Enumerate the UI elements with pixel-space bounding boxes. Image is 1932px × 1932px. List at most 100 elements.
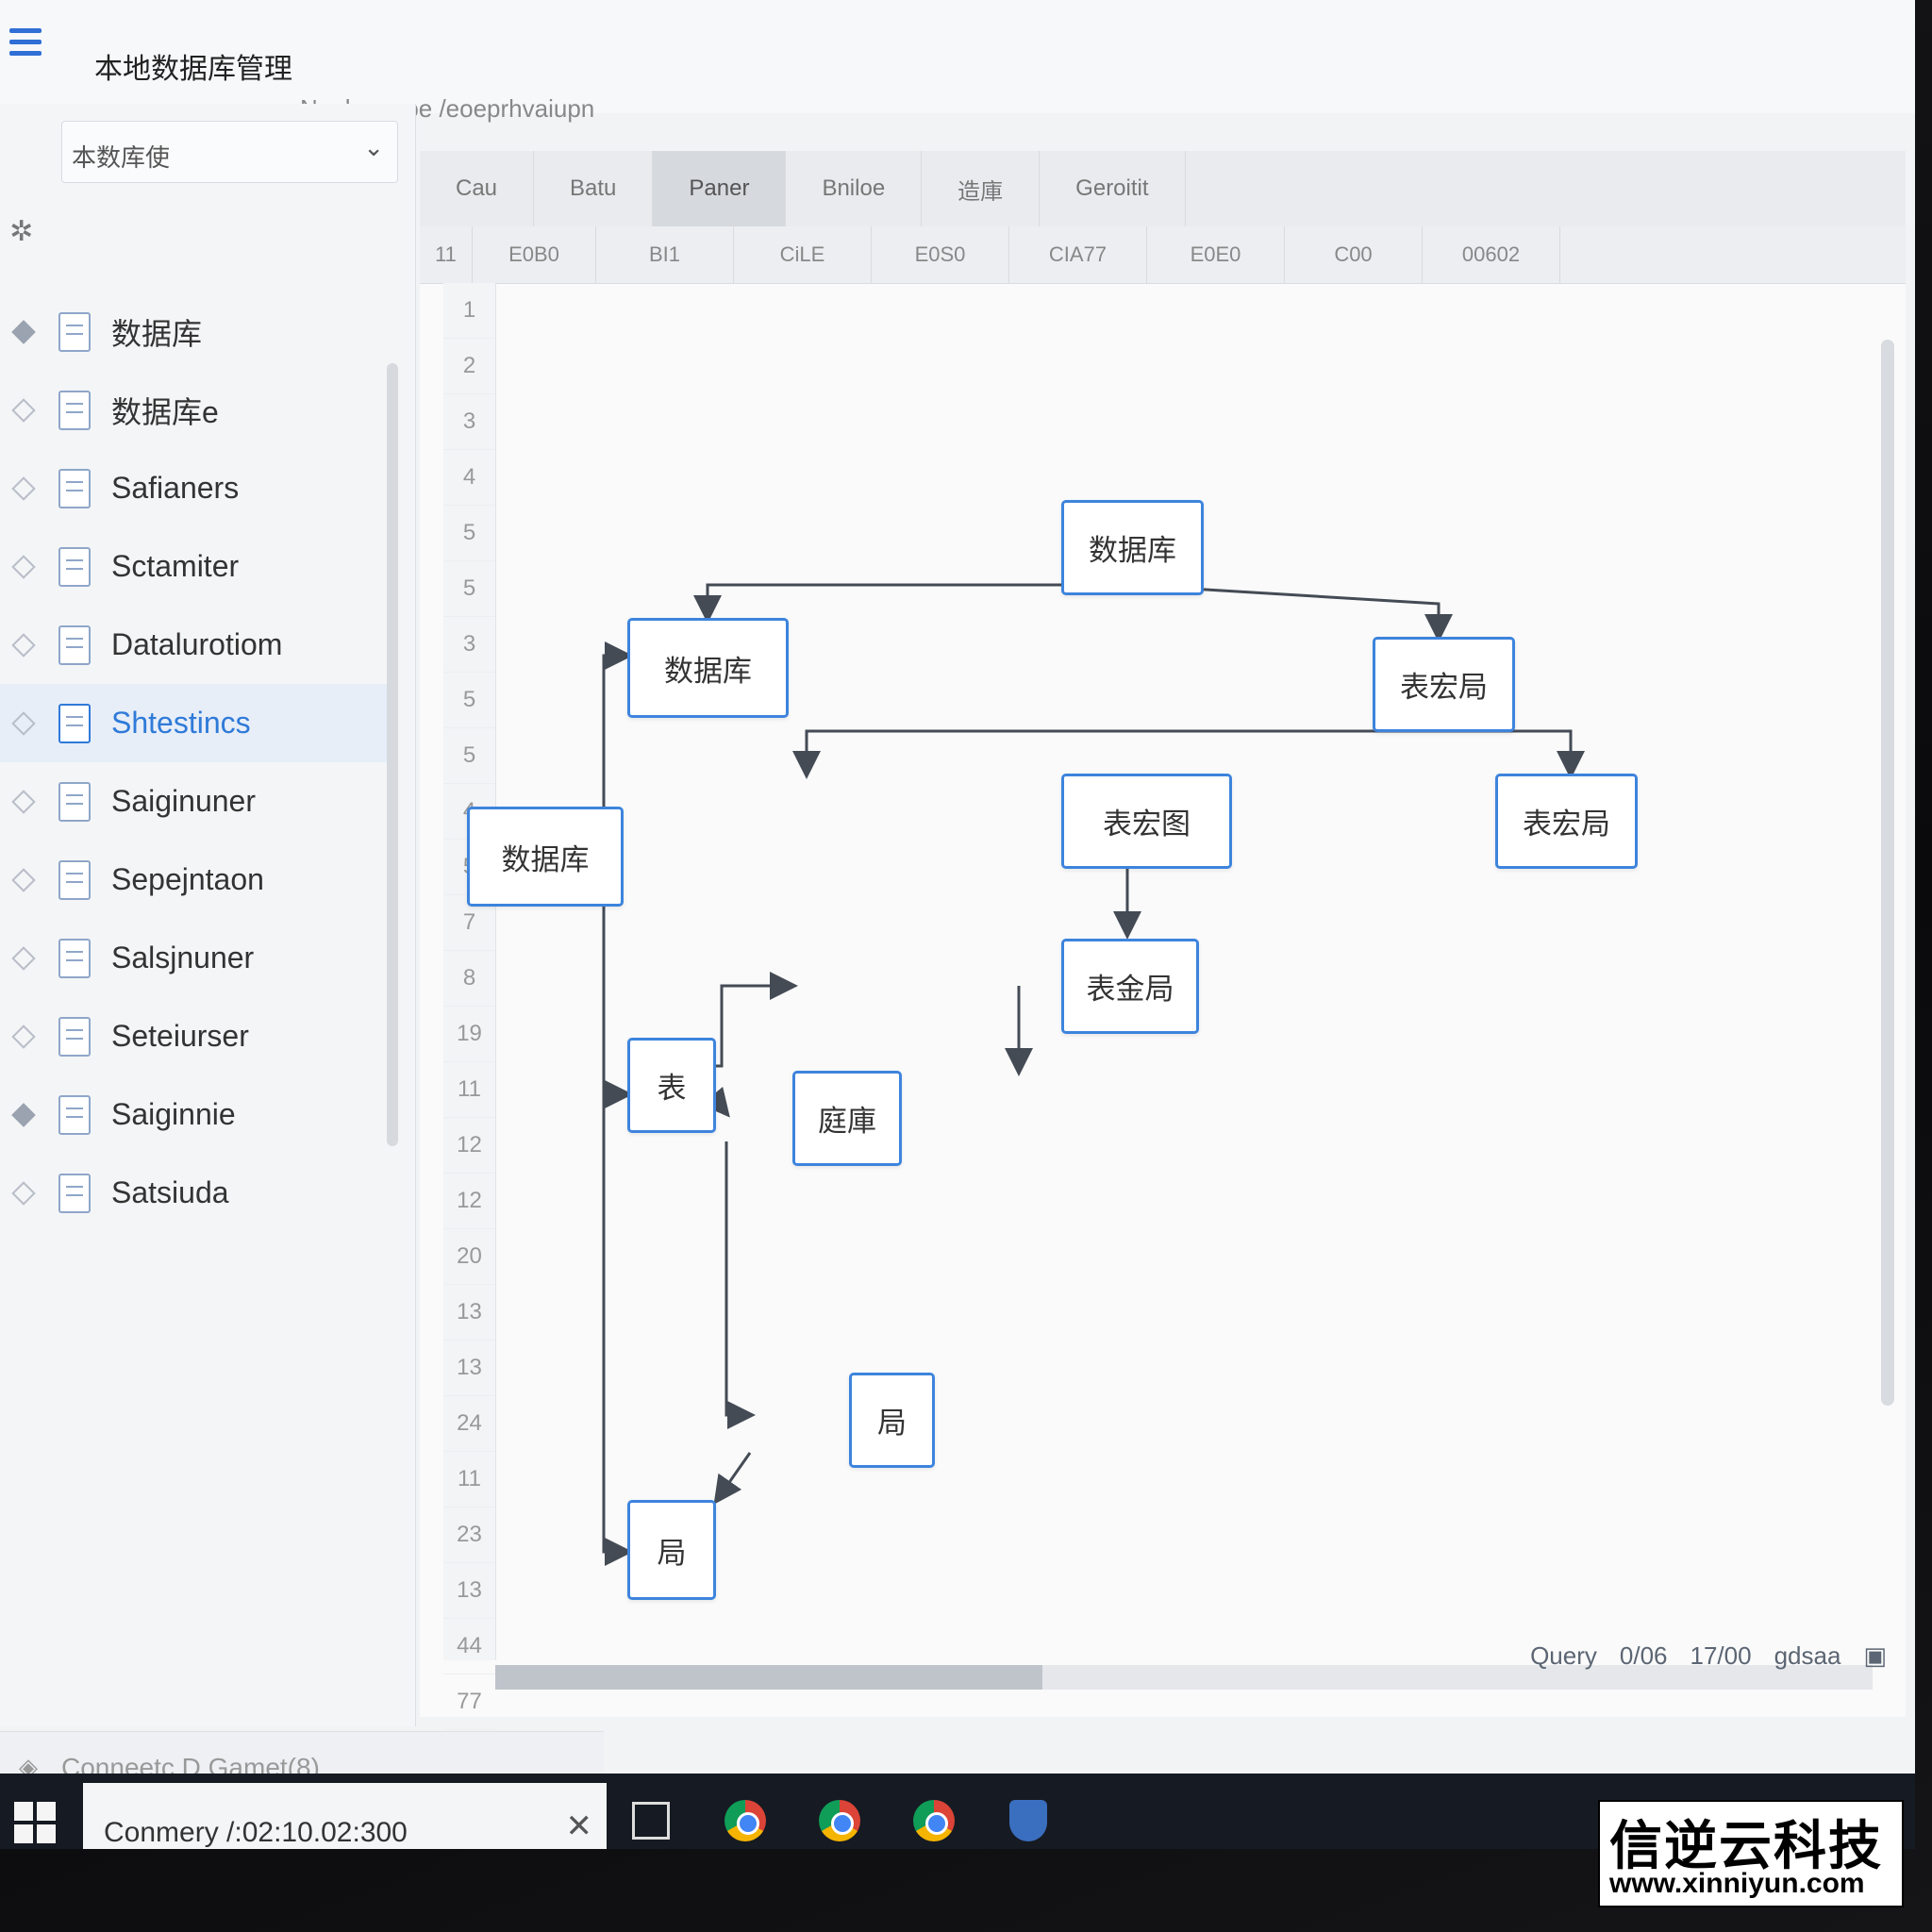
diamond-icon — [11, 1102, 36, 1127]
sidebar-item[interactable]: 数据库 — [0, 292, 396, 371]
document-icon — [58, 1016, 91, 1057]
sidebar-item[interactable]: Saiginnie — [0, 1075, 396, 1154]
diagram-node[interactable]: 表宏局 — [1495, 774, 1638, 869]
app-title: 本地数据库管理 — [94, 54, 292, 85]
diamond-icon — [11, 1180, 36, 1206]
document-icon — [58, 390, 91, 430]
sidebar-item-label: 数据库e — [111, 394, 219, 429]
tab-bar: Cau Batu Paner Bniloe 造庫 Geroitit — [420, 151, 1906, 226]
column-header-cell[interactable]: E0B0 — [473, 226, 596, 283]
status-a: 0/06 — [1619, 1641, 1668, 1670]
terminal-icon[interactable] — [623, 1783, 679, 1849]
sidebar-item[interactable]: Salsjnuner — [0, 919, 396, 997]
sidebar-item-label: Seteiurser — [111, 1019, 249, 1053]
column-header-cell[interactable]: E0E0 — [1147, 226, 1285, 283]
watermark-url: www.xinniyun.com — [1609, 1868, 1865, 1899]
diagram-node-root[interactable]: 数据库 — [1061, 500, 1204, 595]
windows-start-icon[interactable] — [14, 1802, 56, 1843]
tab[interactable]: Cau — [420, 151, 535, 226]
sidebar-item-label: Sepejntaon — [111, 862, 264, 896]
sidebar-item-label: Shtestincs — [111, 706, 251, 740]
shield-icon[interactable] — [1000, 1783, 1057, 1849]
taskbar-apps — [623, 1783, 1057, 1849]
sidebar-item[interactable]: Satsiuda — [0, 1154, 396, 1232]
line-number: 3 — [443, 617, 495, 673]
column-header-cell[interactable]: 00602 — [1423, 226, 1560, 283]
diagram-node[interactable]: 局 — [849, 1373, 935, 1468]
sidebar-item-label: Satsiuda — [111, 1175, 229, 1209]
tab[interactable]: Bniloe — [786, 151, 923, 226]
sidebar-item[interactable]: Datalurotiom — [0, 606, 396, 684]
line-number-gutter: 123455355457819111212201313241123134477 — [443, 283, 496, 1730]
puzzle-icon[interactable]: ✲ — [9, 215, 33, 248]
status-bar: Query 0/06 17/00 gdsaa ▣ — [1530, 1641, 1887, 1671]
tab[interactable]: 造庫 — [922, 151, 1041, 226]
diagram-node[interactable]: 表宏图 — [1061, 774, 1232, 869]
diagram-node[interactable]: 庭庫 — [792, 1071, 902, 1166]
diamond-icon — [11, 319, 36, 344]
sidebar-item[interactable]: Sctamiter — [0, 527, 396, 606]
column-header-cell[interactable]: CiLE — [734, 226, 872, 283]
document-icon — [58, 311, 91, 352]
sidebar-item[interactable]: Shtestincs — [0, 684, 396, 762]
diagram-node[interactable]: 表金局 — [1061, 939, 1199, 1034]
line-number: 13 — [443, 1341, 495, 1396]
diamond-icon — [11, 867, 36, 892]
line-number: 5 — [443, 728, 495, 784]
column-header-cell[interactable]: C00 — [1285, 226, 1423, 283]
tab[interactable]: Batu — [534, 151, 654, 226]
line-number: 44 — [443, 1619, 495, 1674]
diagram-node[interactable]: 数据库 — [627, 618, 789, 718]
menu-icon[interactable] — [9, 28, 42, 57]
database-select-label: 本数库使 — [72, 143, 171, 172]
diagram-node[interactable]: 表宏局 — [1373, 637, 1515, 732]
column-header-cell[interactable]: E0S0 — [872, 226, 1009, 283]
diagram-node[interactable]: 局 — [627, 1500, 716, 1600]
nav-list: 数据库数据库e Safianers Sctamiter Datalurotiom Sht… — [0, 292, 396, 1232]
diamond-icon — [11, 475, 36, 501]
document-icon — [58, 468, 91, 508]
diagram-node[interactable]: 表 — [627, 1038, 716, 1133]
status-query[interactable]: Query — [1530, 1641, 1597, 1671]
diamond-icon — [11, 710, 36, 736]
line-number: 19 — [443, 1007, 495, 1062]
document-icon — [58, 1173, 91, 1213]
watermark-logo: 信逆云科技 www.xinniyun.com — [1598, 1800, 1904, 1907]
document-icon — [58, 546, 91, 587]
scroll-thumb[interactable] — [495, 1665, 1042, 1690]
vertical-scrollbar[interactable] — [1881, 340, 1894, 1406]
document-icon — [58, 703, 91, 743]
title-bar: 本地数据库管理 Nanlueegoe /eoeprhvaiupn — [0, 0, 1915, 123]
panel-icon[interactable]: ▣ — [1863, 1641, 1887, 1671]
sidebar-scrollbar[interactable] — [387, 363, 398, 1146]
diamond-icon — [11, 554, 36, 579]
status-b: 17/00 — [1690, 1641, 1752, 1670]
line-number: 13 — [443, 1285, 495, 1341]
line-number: 8 — [443, 951, 495, 1007]
sidebar-item-label: Saiginuner — [111, 784, 256, 818]
line-number: 4 — [443, 450, 495, 506]
chrome-icon[interactable] — [906, 1783, 962, 1849]
line-number: 13 — [443, 1563, 495, 1619]
column-header-cell[interactable]: CIA77 — [1009, 226, 1147, 283]
sidebar-item[interactable]: Seteiurser — [0, 997, 396, 1075]
browser-icon[interactable] — [811, 1783, 868, 1849]
sidebar-item[interactable]: Safianers — [0, 449, 396, 527]
connection-field[interactable]: Conmery /:02:10.02:300 ✕ — [83, 1783, 607, 1849]
diamond-icon — [11, 789, 36, 814]
line-number: 24 — [443, 1396, 495, 1452]
sidebar-item[interactable]: 数据库e — [0, 371, 396, 449]
sidebar-item-label: Datalurotiom — [111, 627, 283, 661]
tab[interactable]: Geroitit — [1040, 151, 1186, 226]
diagram-canvas[interactable]: 数据库 数据库 表宏局 数据库 表宏图 表宏局 表金局 表 庭庫 局 局 — [467, 283, 1873, 1660]
close-icon[interactable]: ✕ — [566, 1807, 593, 1845]
sidebar-item[interactable]: Saiginuner — [0, 762, 396, 841]
database-select[interactable]: 本数库使 ⌄ — [61, 121, 398, 183]
tab[interactable]: Paner — [653, 151, 787, 226]
column-header-cell[interactable]: 11 — [420, 226, 473, 283]
line-number: 11 — [443, 1062, 495, 1118]
chrome-icon[interactable] — [717, 1783, 774, 1849]
diagram-node[interactable]: 数据库 — [467, 807, 624, 907]
column-header-cell[interactable]: BI1 — [596, 226, 734, 283]
sidebar-item[interactable]: Sepejntaon — [0, 841, 396, 919]
